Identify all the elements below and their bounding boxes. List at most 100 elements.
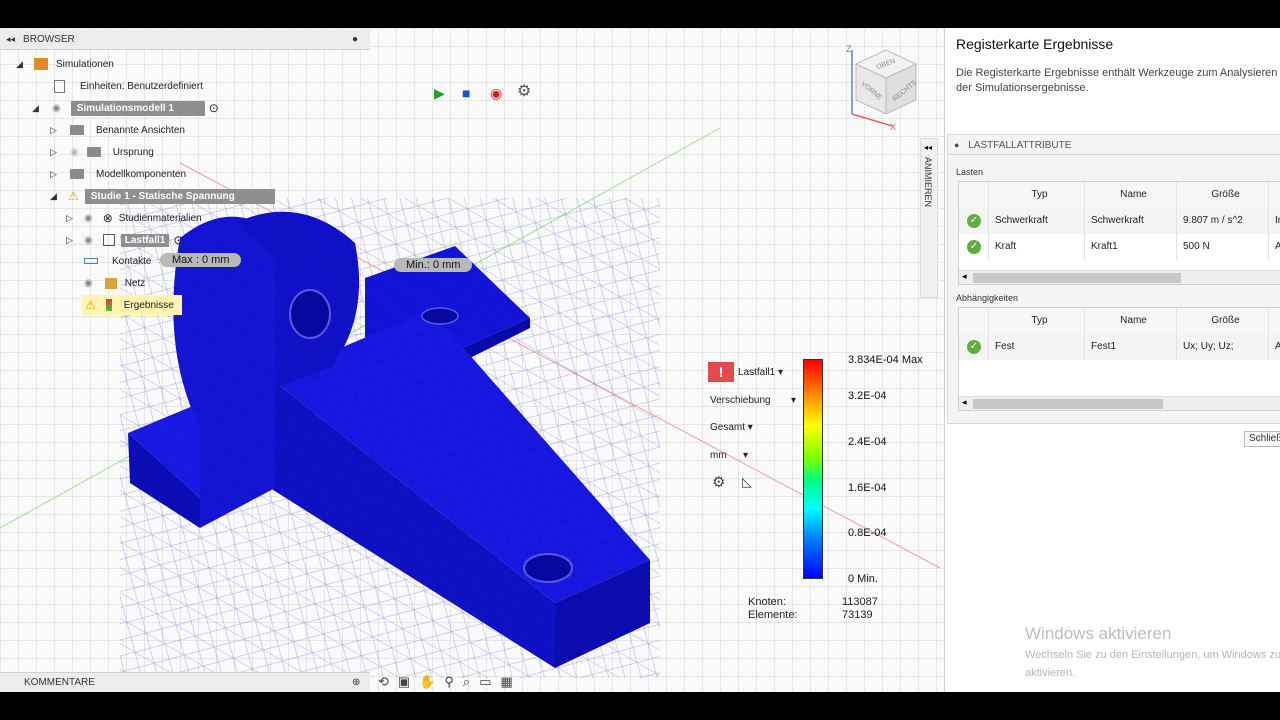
tree-label: Modellkomponenten (96, 168, 187, 180)
viewcube-axis-x: X (890, 122, 896, 132)
legend-label-min: 0 Min. (848, 573, 878, 585)
activate-icon[interactable]: ⊙ (209, 101, 219, 115)
column-header[interactable]: Größe (1177, 308, 1269, 334)
folder-icon (70, 125, 84, 135)
scrollbar-thumb[interactable] (973, 273, 1181, 283)
fit-icon[interactable]: ⌕ (463, 674, 470, 690)
horizontal-scrollbar[interactable]: ◂ (959, 396, 1280, 410)
table-header: Typ Name Größe (959, 182, 1280, 208)
visibility-icon[interactable]: ◉ (52, 103, 61, 114)
material-icon: ⊗ (102, 211, 113, 225)
tree-item-origin[interactable]: ▷ ◉ Ursprung (50, 143, 154, 161)
tree-label: Simulationen (56, 58, 114, 70)
close-button[interactable]: Schließ (1244, 431, 1280, 447)
result-type-dropdown[interactable]: Verschiebung ▾ (710, 395, 796, 406)
tree-label: Studie 1 - Statische Spannung (84, 188, 275, 204)
expand-icon[interactable]: ◢ (16, 59, 26, 69)
browser-header[interactable]: ◂◂ BROWSER ● (0, 30, 370, 50)
tree-label: Lastfall1 (120, 233, 170, 247)
display-settings-icon[interactable]: ▭ (479, 674, 491, 690)
orbit-icon[interactable]: ⟲ (378, 674, 389, 690)
tree-item-results[interactable]: ⚠ Ergebnisse (82, 295, 182, 315)
tree-item-model[interactable]: ◢ ◉ Simulationsmodell 1 ⊙ (32, 99, 219, 117)
tree-item-load-case[interactable]: ▷ ◉ Lastfall1 ⊙ (66, 231, 183, 249)
look-at-icon[interactable]: ▣ (398, 674, 410, 690)
expand-icon[interactable]: ◢ (50, 191, 60, 201)
expand-icon[interactable]: ▷ (50, 125, 60, 135)
table-row[interactable]: ✓ Schwerkraft Schwerkraft 9.807 m / s^2 … (959, 208, 1280, 234)
animate-tab[interactable]: ◂◂ ANIMIEREN (920, 138, 938, 298)
tree-item-contacts[interactable]: Kontakte (84, 252, 151, 270)
activate-icon[interactable]: ⊙ (173, 233, 183, 247)
play-icon[interactable]: ▶ (434, 85, 445, 101)
visibility-icon[interactable]: ◉ (70, 147, 79, 158)
tree-item-study-materials[interactable]: ▷ ◉ ⊗ Studienmaterialien (66, 209, 202, 227)
alert-icon[interactable]: ! (708, 362, 734, 382)
check-icon: ✓ (967, 340, 981, 354)
tree-item-mesh[interactable]: ◉ Netz (84, 274, 145, 292)
load-name: Schwerkraft (1085, 208, 1177, 234)
load-attributes-panel: ● LASTFALLATTRIBUTE Lasten Typ Name Größ… (947, 134, 1280, 447)
expand-icon[interactable]: ▷ (66, 213, 76, 223)
table-row[interactable]: ✓ Kraft Kraft1 500 N An (959, 234, 1280, 260)
tree-item-study[interactable]: ◢ ⚠ Studie 1 - Statische Spannung (50, 187, 275, 205)
visibility-icon[interactable]: ◉ (84, 213, 93, 224)
horizontal-scrollbar[interactable]: ◂ (959, 270, 1280, 284)
zoom-icon[interactable]: ⚲ (444, 674, 454, 690)
visibility-icon[interactable]: ◉ (84, 235, 93, 246)
tree-item-model-components[interactable]: ▷ Modellkomponenten (50, 165, 186, 183)
collapse-icon[interactable]: ◂◂ (924, 143, 932, 152)
viewcube[interactable]: Z X OBEN VORNE RECHTS (842, 42, 922, 132)
fusion-app: ◂◂ BROWSER ● ◢ Simulationen Einheiten: B… (0, 28, 1280, 692)
add-comment-icon[interactable]: ⊕ (352, 673, 360, 692)
mesh-icon (104, 277, 117, 289)
max-probe-label[interactable]: Max : 0 mm (160, 253, 242, 267)
comments-label: KOMMENTARE (24, 677, 95, 688)
load-attributes-header[interactable]: ● LASTFALLATTRIBUTE (948, 135, 1280, 155)
nodes-value: 113087 (842, 596, 878, 608)
warning-icon: ⚠ (68, 189, 79, 203)
scrollbar-thumb[interactable] (973, 399, 1163, 409)
column-header[interactable]: Name (1085, 182, 1177, 208)
collapse-icon[interactable]: ● (954, 140, 959, 150)
tree-item-simulations[interactable]: ◢ Simulationen (16, 55, 114, 73)
visibility-icon[interactable]: ◉ (84, 278, 93, 289)
component-dropdown[interactable]: Gesamt ▾ (710, 422, 753, 433)
scroll-left-icon[interactable]: ◂ (962, 397, 967, 408)
gear-icon[interactable]: ⚙ (517, 84, 531, 100)
legend-label: 0.8E-04 (848, 527, 887, 539)
load-type: Kraft (989, 234, 1085, 260)
3d-viewport[interactable]: ◂◂ BROWSER ● ◢ Simulationen Einheiten: B… (0, 28, 944, 692)
column-header[interactable]: Typ (989, 182, 1085, 208)
dropdown-value: mm (710, 450, 727, 461)
constraint-type: Fest (989, 334, 1085, 360)
table-row[interactable]: ✓ Fest Fest1 Ux; Uy; Uz; An (959, 334, 1280, 360)
collapse-icon[interactable]: ◂◂ (6, 34, 15, 45)
browser-options-icon[interactable]: ● (352, 34, 358, 45)
min-probe-label[interactable]: Min.: 0 mm (394, 258, 473, 272)
expand-icon[interactable]: ▷ (66, 235, 76, 245)
column-header[interactable]: Größe (1177, 182, 1269, 208)
load-name: Kraft1 (1085, 234, 1177, 260)
legend-settings-icon[interactable]: ⚙ (712, 473, 725, 491)
grid-icon[interactable]: ▦ (501, 674, 513, 690)
simulation-icon (34, 58, 48, 70)
record-icon[interactable]: ◉ (490, 85, 502, 101)
expand-icon[interactable]: ▷ (50, 147, 60, 157)
column-header[interactable]: Name (1085, 308, 1177, 334)
expand-icon[interactable]: ◢ (32, 103, 42, 113)
tree-label: Ergebnisse (123, 299, 174, 311)
expand-icon[interactable]: ▷ (50, 169, 60, 179)
unit-dropdown[interactable]: mm ▾ (710, 450, 748, 461)
stop-icon[interactable]: ■ (462, 85, 470, 101)
tree-item-units[interactable]: Einheiten: Benutzerdefiniert (54, 77, 203, 95)
tree-item-named-views[interactable]: ▷ Benannte Ansichten (50, 121, 185, 139)
table-header: Typ Name Größe (959, 308, 1280, 334)
column-header[interactable]: Typ (989, 308, 1085, 334)
scroll-left-icon[interactable]: ◂ (962, 271, 967, 282)
legend-triangle-icon[interactable]: ◺ (742, 474, 752, 490)
elements-value: 73139 (842, 609, 873, 621)
comments-bar[interactable]: KOMMENTARE ⊕ (0, 672, 370, 692)
load-case-dropdown[interactable]: Lastfall1 ▾ (738, 367, 783, 378)
pan-icon[interactable]: ✋ (419, 674, 435, 690)
